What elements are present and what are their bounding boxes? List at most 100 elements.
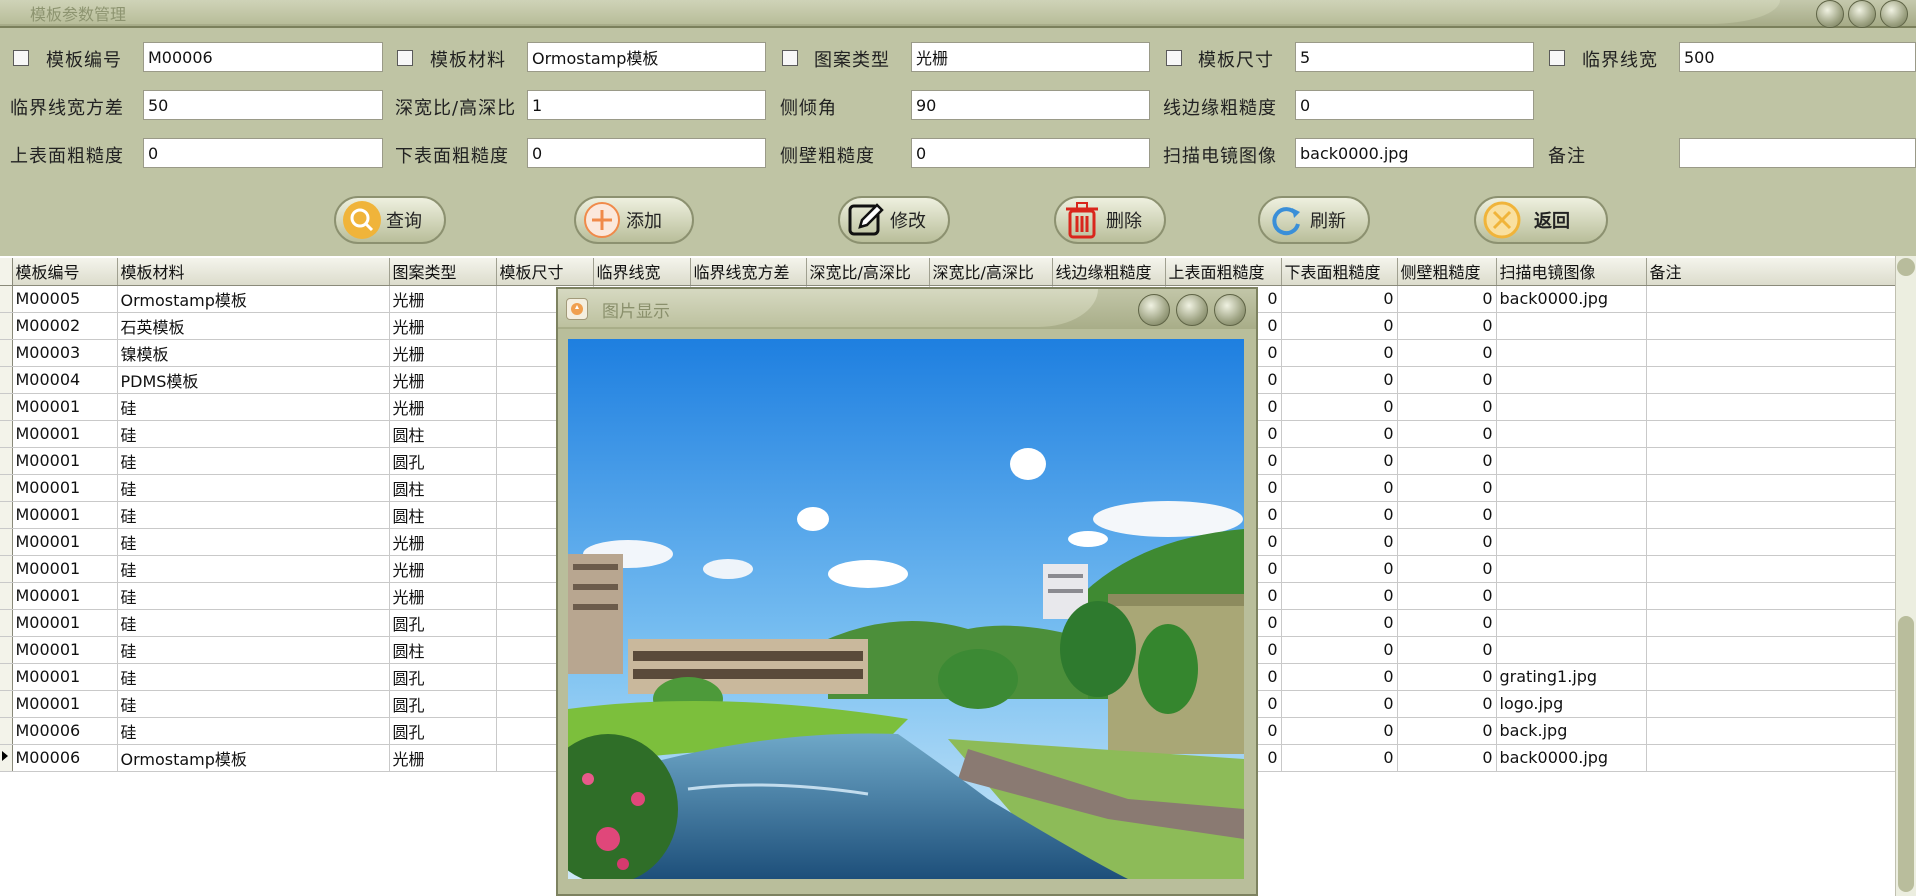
table-cell[interactable]: M00001 [12, 528, 118, 556]
close-button[interactable] [1880, 0, 1908, 28]
row-indicator[interactable] [0, 474, 13, 502]
table-cell[interactable]: grating1.jpg [1496, 663, 1647, 691]
table-cell[interactable]: M00001 [12, 447, 118, 475]
dialog-titlebar[interactable]: 图片显示 [558, 289, 1256, 329]
table-cell[interactable] [1646, 393, 1897, 421]
table-cell[interactable] [1496, 636, 1647, 664]
table-cell[interactable]: 0 [1397, 744, 1497, 772]
table-cell[interactable]: 光栅 [389, 312, 497, 340]
back-button[interactable]: 返回 [1474, 196, 1608, 244]
table-cell[interactable]: 光栅 [389, 393, 497, 421]
column-header[interactable]: 下表面粗糙度 [1281, 258, 1398, 286]
pattern-type-input[interactable] [911, 42, 1150, 72]
table-cell[interactable]: 0 [1397, 366, 1497, 394]
table-cell[interactable]: 0 [1281, 690, 1398, 718]
table-cell[interactable]: 光栅 [389, 339, 497, 367]
table-cell[interactable]: 光栅 [389, 744, 497, 772]
template-size-checkbox[interactable] [1166, 50, 1182, 66]
table-cell[interactable]: M00004 [12, 366, 118, 394]
table-cell[interactable]: 圆孔 [389, 717, 497, 745]
column-header[interactable]: 上表面粗糙度 [1165, 258, 1282, 286]
table-cell[interactable]: 0 [1397, 690, 1497, 718]
table-cell[interactable]: M00001 [12, 474, 118, 502]
table-cell[interactable]: 圆孔 [389, 447, 497, 475]
table-cell[interactable] [1496, 501, 1647, 529]
table-cell[interactable] [1646, 366, 1897, 394]
template-id-checkbox[interactable] [13, 50, 29, 66]
table-cell[interactable]: 硅 [117, 636, 390, 664]
table-cell[interactable]: 0 [1397, 501, 1497, 529]
table-cell[interactable]: logo.jpg [1496, 690, 1647, 718]
table-cell[interactable]: 光栅 [389, 366, 497, 394]
table-cell[interactable]: M00001 [12, 501, 118, 529]
table-cell[interactable]: 0 [1281, 501, 1398, 529]
table-cell[interactable]: 0 [1281, 339, 1398, 367]
table-cell[interactable]: M00001 [12, 609, 118, 637]
table-cell[interactable]: 0 [1281, 717, 1398, 745]
column-header[interactable]: 模板编号 [12, 258, 118, 286]
table-cell[interactable]: 0 [1281, 312, 1398, 340]
table-cell[interactable]: 0 [1397, 474, 1497, 502]
table-cell[interactable]: M00001 [12, 555, 118, 583]
top-roughness-input[interactable] [143, 138, 383, 168]
column-header[interactable]: 深宽比/高深比 [929, 258, 1053, 286]
sem-image-input[interactable] [1295, 138, 1534, 168]
table-cell[interactable]: M00001 [12, 582, 118, 610]
table-cell[interactable] [1646, 636, 1897, 664]
column-header[interactable]: 模板材料 [117, 258, 390, 286]
table-cell[interactable]: 圆柱 [389, 636, 497, 664]
table-cell[interactable]: M00001 [12, 420, 118, 448]
scroll-up-icon[interactable] [1897, 258, 1915, 276]
table-cell[interactable]: 0 [1281, 555, 1398, 583]
column-header[interactable]: 深宽比/高深比 [806, 258, 930, 286]
column-header[interactable]: 临界线宽 [593, 258, 691, 286]
table-cell[interactable]: 光栅 [389, 555, 497, 583]
table-cell[interactable]: 0 [1281, 285, 1398, 313]
table-cell[interactable] [1496, 609, 1647, 637]
row-indicator[interactable] [0, 366, 13, 394]
table-cell[interactable] [1496, 447, 1647, 475]
table-cell[interactable]: 硅 [117, 717, 390, 745]
table-cell[interactable]: M00005 [12, 285, 118, 313]
row-indicator[interactable] [0, 501, 13, 529]
line-edge-roughness-input[interactable] [1295, 90, 1534, 120]
table-cell[interactable]: 0 [1281, 366, 1398, 394]
table-cell[interactable]: 0 [1397, 312, 1497, 340]
table-cell[interactable]: M00006 [12, 717, 118, 745]
table-cell[interactable]: 光栅 [389, 285, 497, 313]
table-cell[interactable]: M00001 [12, 393, 118, 421]
table-cell[interactable]: 0 [1397, 636, 1497, 664]
row-indicator[interactable] [0, 447, 13, 475]
table-cell[interactable]: 镍模板 [117, 339, 390, 367]
table-cell[interactable]: 圆孔 [389, 663, 497, 691]
table-cell[interactable] [1646, 717, 1897, 745]
dialog-maximize-button[interactable] [1176, 294, 1208, 326]
table-cell[interactable] [1646, 609, 1897, 637]
table-cell[interactable] [1646, 312, 1897, 340]
dialog-close-button[interactable] [1214, 294, 1246, 326]
row-indicator[interactable] [0, 393, 13, 421]
template-id-input[interactable] [143, 42, 383, 72]
table-cell[interactable] [1646, 528, 1897, 556]
table-cell[interactable]: Ormostamp模板 [117, 744, 390, 772]
delete-button[interactable]: 删除 [1054, 196, 1166, 244]
table-cell[interactable]: 0 [1281, 636, 1398, 664]
table-cell[interactable] [1646, 690, 1897, 718]
table-cell[interactable]: 硅 [117, 447, 390, 475]
critical-linewidth-input[interactable] [1679, 42, 1916, 72]
table-cell[interactable]: 0 [1397, 663, 1497, 691]
table-cell[interactable]: 硅 [117, 420, 390, 448]
table-cell[interactable] [1496, 420, 1647, 448]
table-cell[interactable] [1496, 582, 1647, 610]
dialog-minimize-button[interactable] [1138, 294, 1170, 326]
table-cell[interactable]: 圆柱 [389, 474, 497, 502]
bottom-roughness-input[interactable] [527, 138, 766, 168]
table-cell[interactable] [1646, 744, 1897, 772]
table-cell[interactable]: 0 [1397, 555, 1497, 583]
critical-linewidth-checkbox[interactable] [1549, 50, 1565, 66]
table-cell[interactable]: 硅 [117, 528, 390, 556]
table-cell[interactable]: M00001 [12, 690, 118, 718]
table-cell[interactable]: 硅 [117, 690, 390, 718]
table-cell[interactable]: 光栅 [389, 582, 497, 610]
aspect-ratio-input[interactable] [527, 90, 766, 120]
